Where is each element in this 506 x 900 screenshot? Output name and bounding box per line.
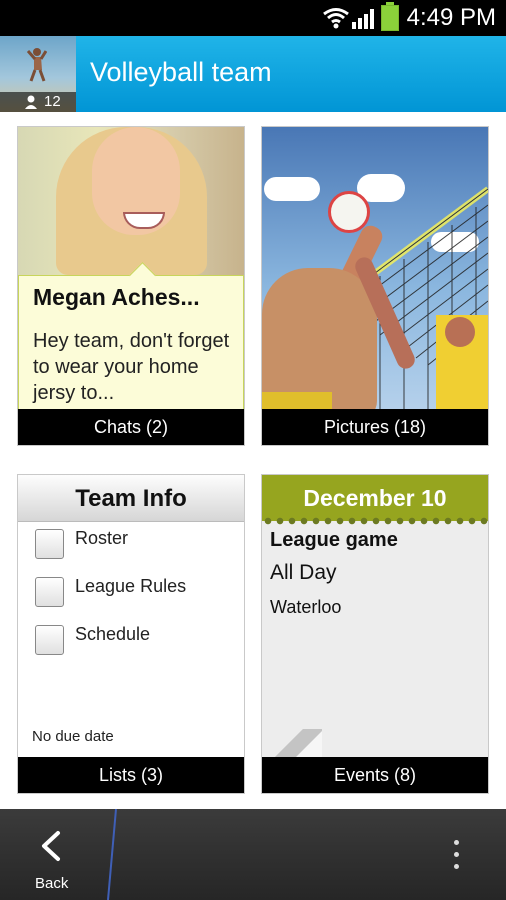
volleyball-photo bbox=[262, 127, 488, 421]
group-avatar[interactable]: 12 bbox=[0, 36, 76, 112]
schedule-checkbox[interactable] bbox=[35, 625, 64, 655]
status-time: 4:49 PM bbox=[406, 4, 496, 31]
member-icon bbox=[25, 95, 37, 109]
pictures-footer[interactable]: Pictures (18) bbox=[262, 409, 488, 445]
signal-icon bbox=[352, 9, 374, 29]
league-rules-checkbox[interactable] bbox=[35, 577, 64, 607]
battery-icon bbox=[381, 2, 399, 31]
roster-checkbox[interactable] bbox=[35, 529, 64, 559]
group-avatar-icon bbox=[27, 48, 47, 82]
chevron-left-icon bbox=[42, 831, 60, 861]
pictures-tile[interactable]: Pictures (18) bbox=[261, 126, 489, 446]
bottom-navigation: Back bbox=[0, 809, 506, 900]
event-time: All Day bbox=[270, 561, 337, 584]
roster-label: Roster bbox=[75, 528, 129, 548]
event-title: League game bbox=[270, 529, 398, 551]
list-title: Team Info bbox=[18, 475, 244, 522]
page-title: Volleyball team bbox=[90, 57, 272, 87]
page-curl bbox=[262, 729, 322, 757]
group-header: 12 Volleyball team bbox=[0, 36, 506, 112]
status-bar: 4:49 PM bbox=[0, 0, 506, 36]
chat-sender: Megan Aches... bbox=[33, 284, 200, 310]
overflow-menu-icon[interactable] bbox=[447, 840, 467, 870]
group-dashboard: Megan Aches... Hey team, don't forget to… bbox=[0, 112, 506, 809]
chats-tile[interactable]: Megan Aches... Hey team, don't forget to… bbox=[17, 126, 245, 446]
events-tile[interactable]: December 10 League game All Day Waterloo… bbox=[261, 474, 489, 794]
due-date: No due date bbox=[32, 728, 114, 745]
chat-preview[interactable]: Megan Aches... Hey team, don't forget to… bbox=[18, 262, 244, 423]
event-location: Waterloo bbox=[270, 597, 342, 617]
schedule-label: Schedule bbox=[75, 624, 151, 644]
lists-tile[interactable]: Team Info Roster League Rules Schedule N… bbox=[17, 474, 245, 794]
nav-divider bbox=[107, 809, 117, 900]
event-card[interactable] bbox=[262, 521, 488, 757]
perforation bbox=[262, 515, 488, 527]
league-rules-label: League Rules bbox=[75, 576, 187, 596]
member-count: 12 bbox=[44, 93, 61, 110]
back-button[interactable]: Back bbox=[0, 809, 104, 900]
events-footer[interactable]: Events (8) bbox=[262, 757, 488, 793]
wifi-icon bbox=[323, 8, 349, 29]
back-label: Back bbox=[35, 875, 69, 892]
member-count-badge: 12 bbox=[0, 92, 76, 112]
chats-footer[interactable]: Chats (2) bbox=[18, 409, 244, 445]
member-photo bbox=[18, 127, 244, 275]
lists-footer[interactable]: Lists (3) bbox=[18, 757, 244, 793]
chat-message: Hey team, don't forget to wear your home… bbox=[33, 330, 230, 404]
